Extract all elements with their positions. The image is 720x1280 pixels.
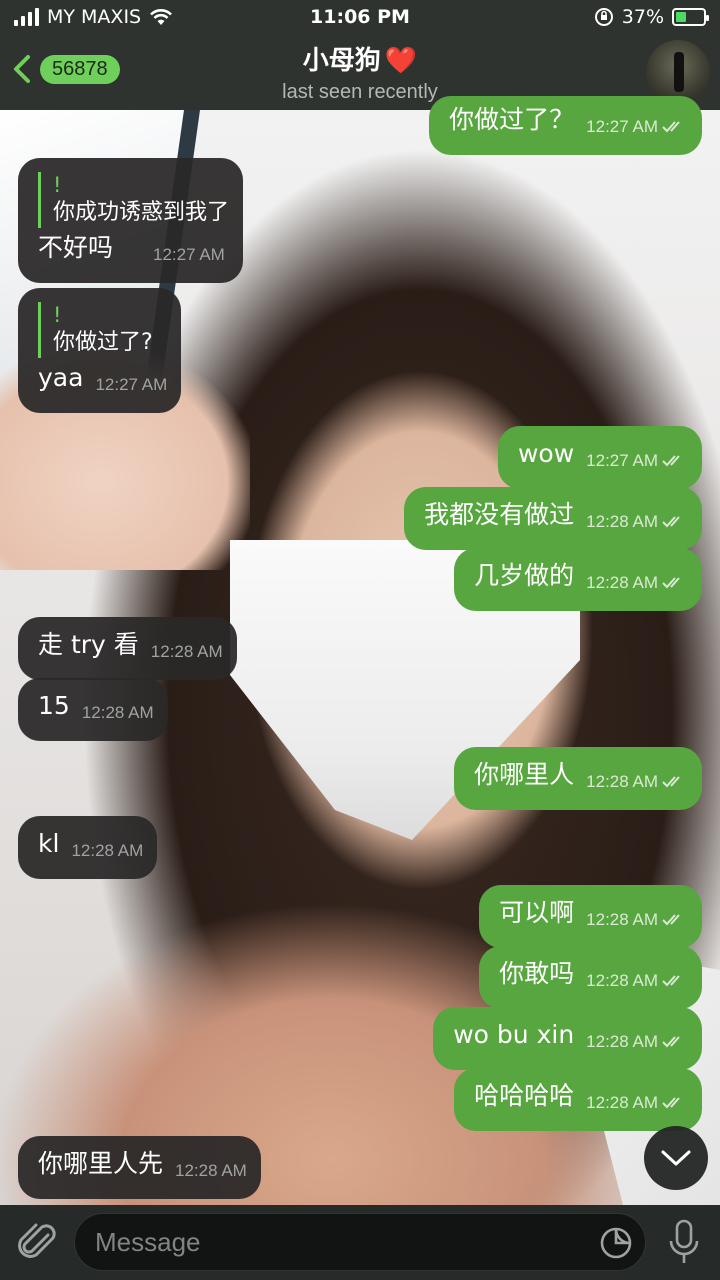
message-input-bar [0, 1205, 720, 1280]
message-time: 12:28 AM [150, 642, 223, 661]
message-text: 哈哈哈哈 [474, 1081, 575, 1110]
chat-title: 小母狗 ❤️ [0, 40, 720, 77]
message-bubble-incoming[interactable]: 走 try 看 12:28 AM [18, 617, 237, 680]
message-bubble-outgoing[interactable]: 你敢吗 12:28 AM [479, 946, 702, 1009]
status-right: 37% [594, 6, 709, 28]
message-text: 可以啊 [499, 898, 575, 927]
message-text: 几岁做的 [474, 561, 575, 590]
message-bubble-incoming[interactable]: ! 你成功诱惑到我了 不好吗 12:27 AM [18, 158, 244, 283]
chat-title-area[interactable]: 小母狗 ❤️ last seen recently [0, 40, 720, 104]
read-ticks-icon [662, 121, 680, 133]
message-text: kl [38, 829, 60, 858]
message-bubble-outgoing[interactable]: 我都没有做过 12:28 AM [404, 487, 702, 550]
message-bubble-outgoing[interactable]: wo bu xin 12:28 AM [433, 1007, 702, 1070]
chat-title-text: 小母狗 [302, 46, 381, 76]
reply-quote[interactable]: ! 你成功诱惑到我了 [38, 172, 229, 228]
message-time: 12:28 AM [71, 841, 144, 860]
chat-header: MY MAXIS 11:06 PM 37% 56878 小母狗 ❤️ last … [0, 0, 720, 110]
battery-fill [676, 12, 686, 22]
read-ticks-icon [662, 1097, 680, 1109]
message-time: 12:28 AM [586, 506, 688, 538]
status-bar: MY MAXIS 11:06 PM 37% [0, 0, 720, 36]
message-time: 12:27 AM [95, 375, 168, 394]
message-input[interactable] [95, 1226, 575, 1258]
message-text: 走 try 看 [38, 630, 139, 659]
read-ticks-icon [662, 516, 680, 528]
message-text: 你敢吗 [499, 959, 575, 988]
message-bubble-outgoing[interactable]: wow 12:27 AM [497, 426, 702, 489]
message-text: 15 [38, 691, 70, 720]
paperclip-icon[interactable] [18, 1221, 58, 1265]
message-list: 你做过了？ 12:27 AM ! 你成功诱惑到我了 不好吗 12:27 AM ! 你… [0, 96, 720, 1205]
message-bubble-outgoing[interactable]: 你哪里人 12:28 AM [454, 747, 702, 810]
chevron-down-icon [661, 1150, 691, 1166]
orientation-lock-icon [594, 8, 613, 26]
microphone-icon[interactable] [668, 1219, 700, 1265]
scroll-to-bottom-button[interactable] [644, 1126, 708, 1190]
message-bubble-incoming[interactable]: 15 12:28 AM [18, 678, 168, 741]
battery-icon [672, 8, 709, 26]
message-text: wo bu xin [453, 1020, 575, 1049]
message-text: 你哪里人先 [38, 1149, 164, 1178]
message-text: 你做过了？ [449, 105, 575, 134]
message-text: wow [517, 439, 575, 468]
message-text: yaa [38, 363, 84, 392]
message-time: 12:28 AM [586, 1026, 688, 1058]
message-time: 12:28 AM [586, 965, 688, 997]
message-time: 12:28 AM [586, 766, 688, 798]
message-text: 不好吗 [38, 233, 114, 262]
message-bubble-outgoing[interactable]: 你做过了？ 12:27 AM [429, 96, 702, 155]
battery-percent: 37% [621, 6, 664, 28]
message-bubble-incoming[interactable]: kl 12:28 AM [18, 816, 158, 879]
message-bubble-incoming[interactable]: ! 你做过了? yaa 12:27 AM [18, 288, 182, 413]
message-time: 12:28 AM [81, 703, 154, 722]
reply-author: ! [53, 173, 62, 197]
message-time: 12:27 AM [586, 445, 688, 477]
message-bubble-outgoing[interactable]: 几岁做的 12:28 AM [454, 548, 702, 611]
message-bubble-outgoing[interactable]: 可以啊 12:28 AM [479, 885, 702, 948]
reply-text: 你成功诱惑到我了 [53, 200, 230, 225]
message-field[interactable] [74, 1213, 646, 1271]
reply-text: 你做过了? [53, 330, 153, 355]
message-time: 12:28 AM [586, 904, 688, 936]
heart-emoji: ❤️ [384, 46, 418, 76]
read-ticks-icon [662, 914, 680, 926]
message-time: 12:28 AM [586, 1087, 688, 1119]
message-time: 12:28 AM [175, 1161, 247, 1180]
message-bubble-outgoing[interactable]: 哈哈哈哈 12:28 AM [454, 1068, 702, 1131]
message-time: 12:27 AM [153, 245, 225, 264]
read-ticks-icon [662, 455, 680, 467]
message-bubble-incoming[interactable]: 你哪里人先 12:28 AM [18, 1136, 261, 1199]
read-ticks-icon [662, 776, 680, 788]
message-text: 我都没有做过 [424, 500, 575, 529]
read-ticks-icon [662, 577, 680, 589]
reply-author: ! [53, 303, 62, 327]
message-time: 12:28 AM [586, 567, 688, 599]
reply-quote[interactable]: ! 你做过了? [38, 302, 167, 358]
message-time: 12:27 AM [586, 111, 688, 143]
read-ticks-icon [662, 975, 680, 987]
sticker-icon[interactable] [599, 1226, 633, 1260]
contact-avatar[interactable] [646, 40, 710, 104]
read-ticks-icon [662, 1036, 680, 1048]
message-text: 你哪里人 [474, 760, 575, 789]
